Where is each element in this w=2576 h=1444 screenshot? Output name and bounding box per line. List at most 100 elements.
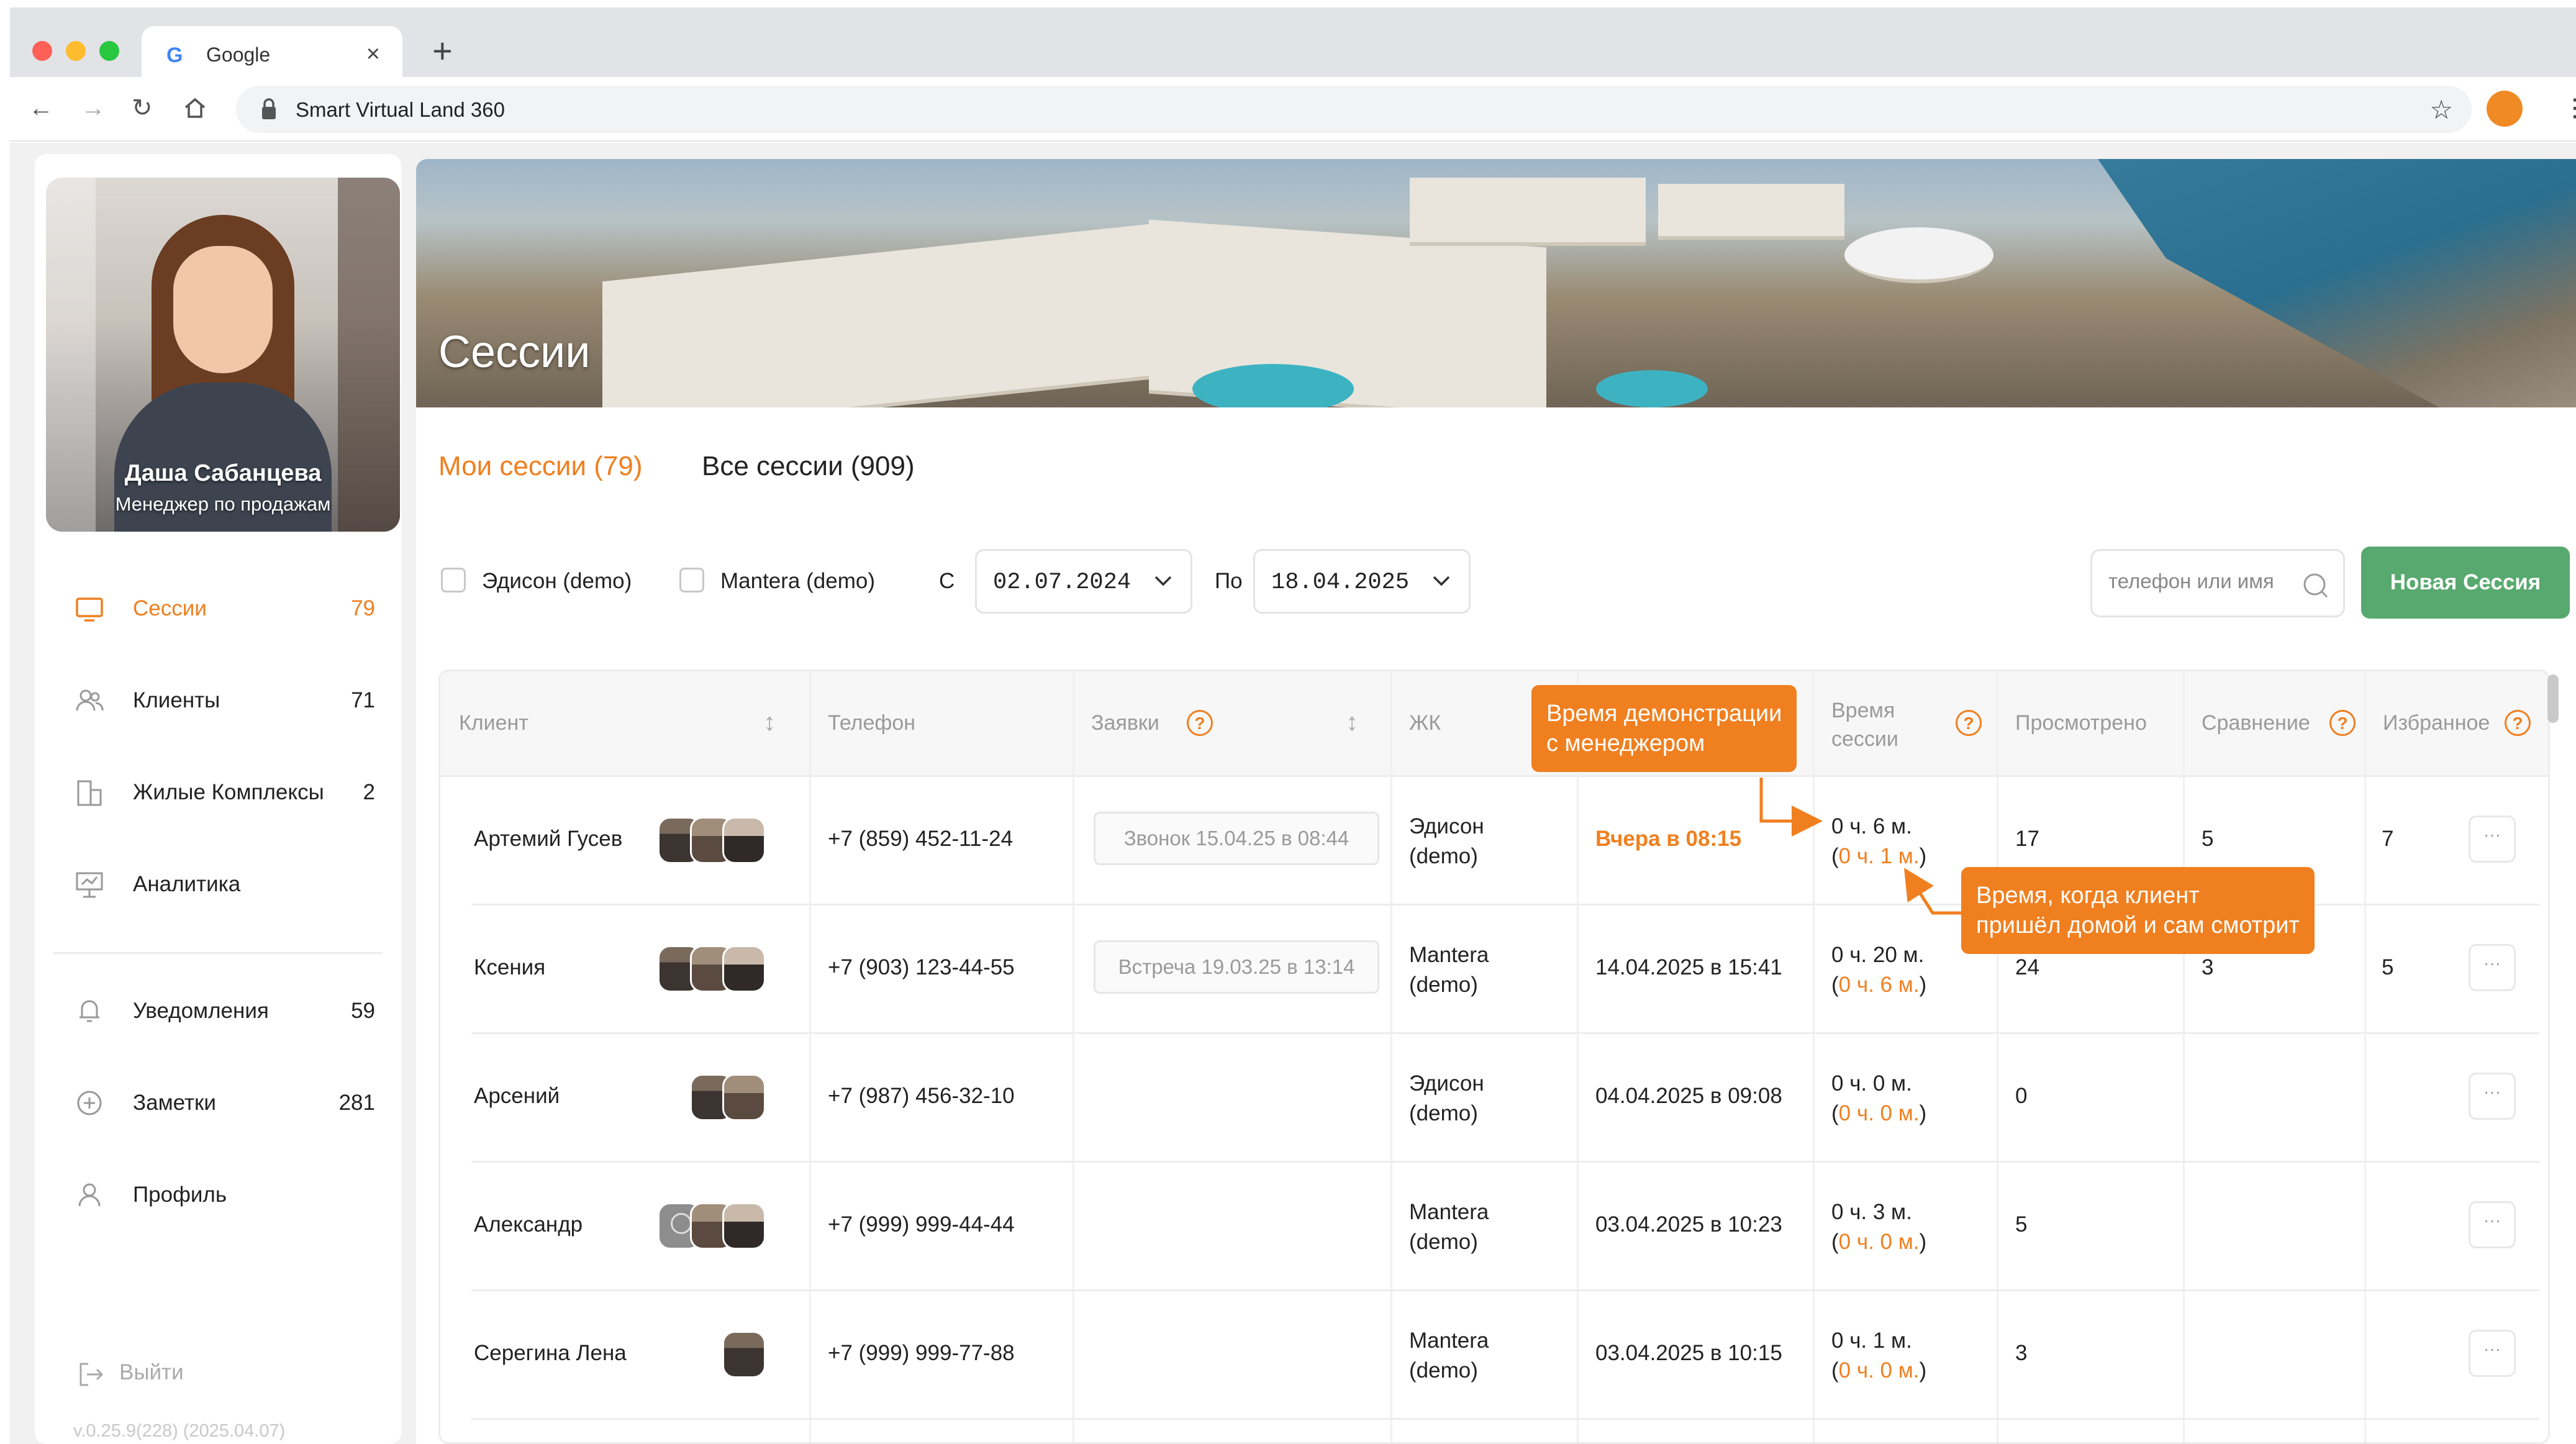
column-viewed: Просмотрено <box>2015 711 2147 735</box>
manager-duration: 0 ч. 1 м. <box>1831 1328 1912 1353</box>
lock-icon <box>262 98 276 119</box>
help-icon[interactable]: ? <box>1187 710 1213 736</box>
sidebar-item-label: Жилые Комплексы <box>133 780 324 804</box>
sort-icon[interactable]: ↕ <box>763 709 776 737</box>
google-favicon-icon: G <box>166 43 183 67</box>
sidebar-item-count: 59 <box>351 999 375 1023</box>
filter-bar: Эдисон (demo) Mantera (demo) С 02.07.202… <box>416 544 2576 625</box>
browser-tab[interactable]: G Google × <box>142 26 402 84</box>
new-tab-icon[interactable]: + <box>432 34 453 68</box>
app-container: Даша Сабанцева Менеджер по продажам Сесс… <box>10 143 2576 1444</box>
chevron-down-icon <box>1154 576 1172 586</box>
sidebar: Даша Сабанцева Менеджер по продажам Сесс… <box>35 154 401 1444</box>
date-to-label: По <box>1215 569 1243 593</box>
address-bar[interactable]: Smart Virtual Land 360 ☆ <box>236 86 2472 133</box>
sidebar-item-notifications[interactable]: Уведомления 59 <box>65 992 381 1030</box>
search-icon[interactable] <box>2300 570 2331 601</box>
date-from-label: С <box>939 569 955 593</box>
profile-card[interactable]: Даша Сабанцева Менеджер по продажам <box>46 178 400 532</box>
avatar <box>722 945 766 992</box>
chevron-down-icon <box>1433 576 1450 586</box>
row-more-button[interactable]: ··· <box>2469 944 2516 991</box>
client-name[interactable]: Арсений <box>474 1084 560 1109</box>
complex-name: Mantera (demo) <box>1409 943 1489 997</box>
table-scrollbar[interactable] <box>2547 674 2559 723</box>
manager-duration: 0 ч. 3 м. <box>1831 1200 1912 1224</box>
client-name[interactable]: Серегина Лена <box>474 1341 627 1366</box>
sidebar-divider <box>53 952 383 954</box>
order-badge[interactable]: Встреча 19.03.25 в 13:14 <box>1094 940 1379 994</box>
favorites-count: 5 <box>2382 955 2394 979</box>
complex-edison-label: Эдисон (demo) <box>482 569 632 593</box>
row-more-button[interactable]: ··· <box>2469 815 2516 863</box>
client-phone: +7 (987) 456-32-10 <box>828 1084 1015 1108</box>
complex-edison-checkbox[interactable] <box>441 568 466 593</box>
browser-tab-strip: G Google × + <box>10 7 2576 84</box>
tab-title: Google <box>206 43 271 66</box>
session-duration: 0 ч. 1 м. (0 ч. 0 м.) <box>1831 1326 1926 1386</box>
callout-client-time: Время, когда клиент пришёл домой и сам с… <box>1961 867 2315 954</box>
session-date: 03.04.2025 в 10:23 <box>1595 1212 1782 1237</box>
sidebar-item-label: Аналитика <box>133 872 241 896</box>
column-compare: Сравнение ? <box>2183 671 2364 777</box>
manager-duration: 0 ч. 0 м. <box>1831 1071 1912 1096</box>
table-row[interactable]: Александр +7 (999) 999-44-44 Mantera (demo… <box>440 1163 2548 1291</box>
help-icon[interactable]: ? <box>2329 710 2356 736</box>
tab-all-sessions[interactable]: Все сессии (909) <box>702 451 915 482</box>
session-duration: 0 ч. 0 м. (0 ч. 0 м.) <box>1831 1069 1926 1128</box>
date-to-picker[interactable]: 18.04.2025 <box>1253 549 1471 614</box>
sidebar-item-label: Клиенты <box>133 688 220 712</box>
help-icon[interactable]: ? <box>1956 710 1982 736</box>
client-name[interactable]: Александр <box>474 1212 583 1237</box>
sidebar-item-count: 79 <box>351 596 375 620</box>
sidebar-item-profile[interactable]: Профиль <box>65 1176 381 1214</box>
sidebar-item-complexes[interactable]: Жилые Комплексы 2 <box>65 774 381 811</box>
close-tab-icon[interactable]: × <box>366 41 380 68</box>
tab-my-sessions[interactable]: Мои сессии (79) <box>438 451 643 482</box>
window-maximize-dot[interactable] <box>99 41 119 61</box>
column-phone: Телефон <box>828 711 916 735</box>
column-client[interactable]: Клиент ↕ <box>440 671 809 777</box>
forward-icon[interactable]: → <box>81 93 106 123</box>
sidebar-item-count: 281 <box>338 1091 375 1115</box>
search-input[interactable] <box>2108 570 2295 593</box>
column-duration: Время сессии ? <box>1813 671 1997 777</box>
help-icon[interactable]: ? <box>2505 710 2531 736</box>
order-badge[interactable]: Звонок 15.04.25 в 08:44 <box>1094 812 1379 865</box>
browser-menu-icon[interactable]: ⋮ <box>2562 93 2576 123</box>
table-row[interactable]: Арсений +7 (987) 456-32-10 Эдисон (demo) 04… <box>440 1034 2548 1163</box>
sidebar-item-sessions[interactable]: Сессии 79 <box>65 590 381 627</box>
back-icon[interactable]: ← <box>29 93 53 123</box>
self-duration: (0 ч. 0 м.) <box>1831 1358 1927 1383</box>
home-icon[interactable] <box>183 96 207 120</box>
session-date: 03.04.2025 в 10:15 <box>1595 1341 1782 1365</box>
client-phone: +7 (999) 999-44-44 <box>828 1212 1015 1237</box>
bookmark-star-icon[interactable]: ☆ <box>2429 94 2453 125</box>
client-name[interactable]: Ксения <box>474 955 545 980</box>
session-duration: 0 ч. 20 м. (0 ч. 6 м.) <box>1831 940 1926 1000</box>
sidebar-item-clients[interactable]: Клиенты 71 <box>65 682 381 719</box>
row-more-button[interactable]: ··· <box>2469 1201 2516 1248</box>
new-session-button[interactable]: Новая Сессия <box>2361 547 2570 619</box>
browser-toolbar: ← → ↻ Smart Virtual Land 360 ☆ ⋮ <box>10 77 2576 142</box>
row-more-button[interactable]: ··· <box>2469 1073 2516 1120</box>
client-phone: +7 (903) 123-44-55 <box>828 955 1015 979</box>
window-minimize-dot[interactable] <box>66 41 86 61</box>
date-from-picker[interactable]: 02.07.2024 <box>975 549 1192 614</box>
reload-icon[interactable]: ↻ <box>132 93 153 123</box>
sort-icon[interactable]: ↕ <box>1346 709 1358 737</box>
sidebar-item-analytics[interactable]: Аналитика <box>65 866 381 903</box>
table-row[interactable]: Серегина Лена +7 (999) 999-77-88 Mantera (… <box>440 1291 2548 1420</box>
sidebar-item-notes[interactable]: Заметки 281 <box>65 1084 381 1122</box>
row-more-button[interactable]: ··· <box>2469 1330 2516 1377</box>
complex-mantera-label: Mantera (demo) <box>720 569 875 593</box>
client-name[interactable]: Артемий Гусев <box>474 827 622 851</box>
viewed-count: 3 <box>2015 1341 2028 1365</box>
column-orders[interactable]: Заявки ? ↕ <box>1073 671 1390 777</box>
logout-button[interactable]: Выйти <box>76 1359 184 1393</box>
column-favorites: Избранное ? <box>2364 671 2548 777</box>
avatar <box>722 1331 766 1378</box>
complex-mantera-checkbox[interactable] <box>679 568 704 593</box>
window-close-dot[interactable] <box>32 41 52 61</box>
extension-icon[interactable] <box>2487 91 2523 127</box>
